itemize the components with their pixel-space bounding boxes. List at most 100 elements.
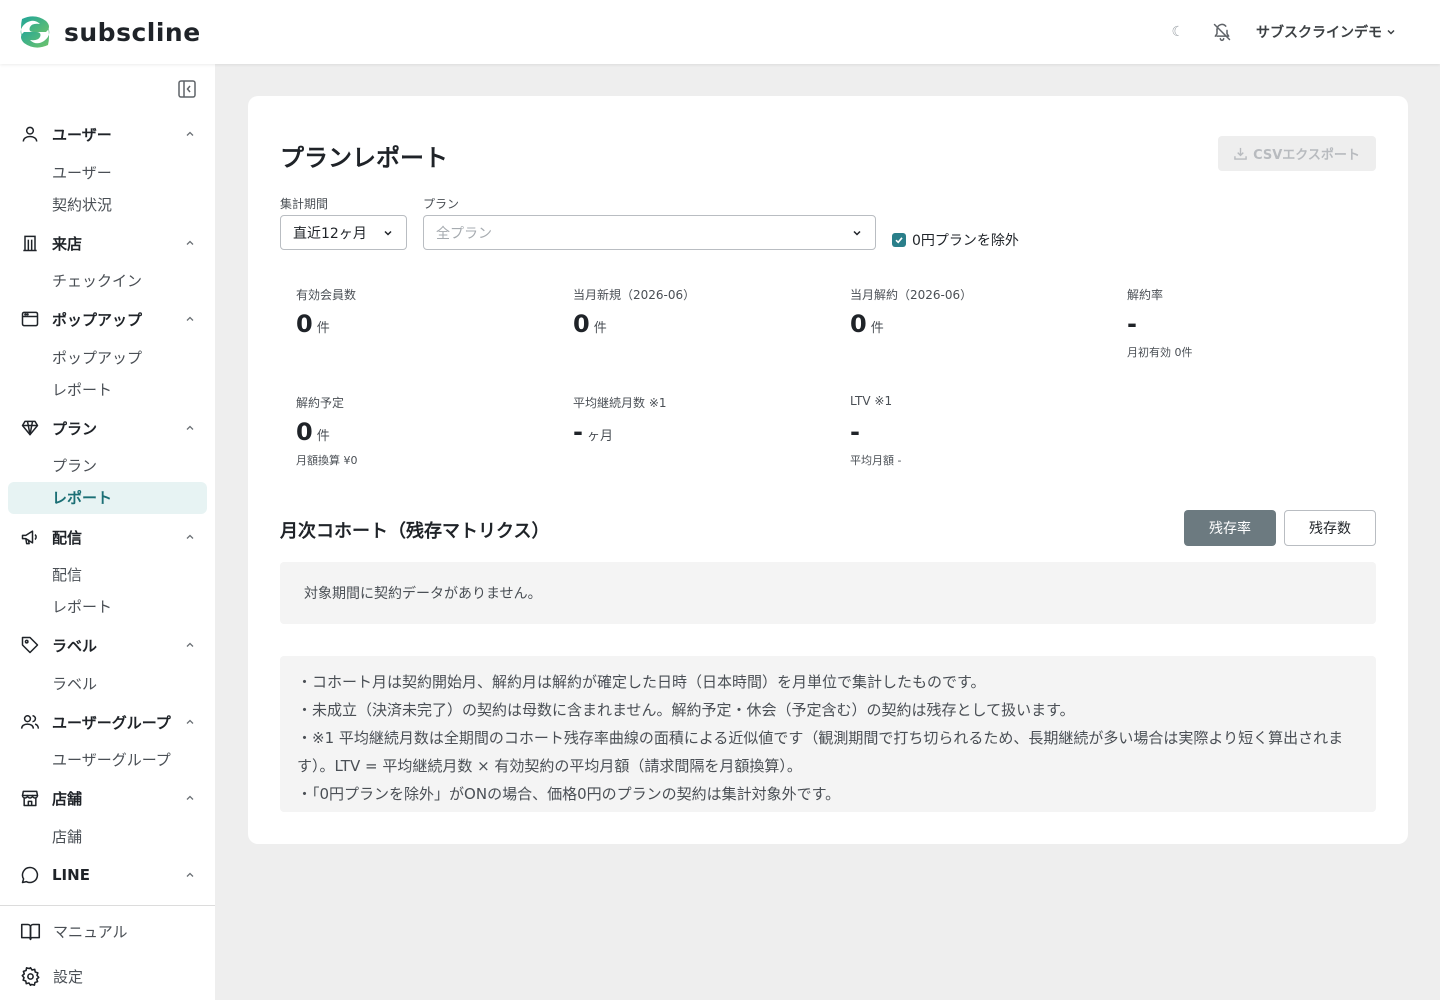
stat-value: 0	[573, 310, 590, 338]
chat-icon	[21, 866, 39, 884]
user-icon	[22, 126, 38, 142]
note-line: ・※1 平均継続月数は全期間のコホート残存率曲線の面積による近似値です（観測期間…	[297, 729, 1344, 775]
sidebar-group-delivery[interactable]: 配信	[20, 525, 196, 549]
stat-sub: 月額換算 ¥0	[296, 454, 358, 467]
stat-ltv: LTV ※1 - 平均月額 -	[850, 394, 901, 468]
sidebar-group-label: 来店	[52, 234, 83, 253]
sidebar-group-visit[interactable]: 来店	[20, 231, 196, 255]
chevron-up-icon	[186, 642, 194, 647]
csv-export-label: CSVエクスポート	[1253, 148, 1360, 163]
sidebar-group-label: LINE	[52, 866, 90, 884]
stat-unit: 件	[593, 321, 607, 336]
account-name: サブスクラインデモ	[1256, 25, 1382, 41]
sidebar-group-plan[interactable]: プラン	[20, 416, 196, 440]
sidebar-settings-link[interactable]: 設定	[20, 964, 83, 988]
sidebar-item-user-group[interactable]: ユーザーグループ	[52, 749, 171, 771]
stat-sub: 平均月額 -	[850, 454, 902, 467]
logo-mark-icon	[20, 16, 50, 48]
sidebar-item-store[interactable]: 店舗	[52, 826, 82, 848]
chevron-up-icon	[186, 131, 194, 136]
megaphone-icon	[21, 530, 37, 545]
exclude-zero-plan-checkbox[interactable]	[892, 233, 906, 247]
cohort-empty-state: 対象期間に契約データがありません。	[280, 562, 1376, 624]
diamond-icon	[21, 420, 39, 436]
note-line: ・コホート月は契約開始月、解約月は解約が確定した日時（日本時間）を月単位で集計し…	[297, 673, 986, 691]
chevron-up-icon	[186, 795, 194, 800]
stat-churn-this-month: 当月解約（2026-06） 0件	[850, 286, 972, 338]
stat-label: 当月解約（2026-06）	[850, 288, 973, 302]
sidebar-item-delivery[interactable]: 配信	[52, 564, 82, 586]
csv-export-button[interactable]: CSVエクスポート	[1218, 136, 1376, 171]
manual-label: マニュアル	[53, 922, 128, 941]
check-icon	[895, 237, 903, 244]
stat-label: 有効会員数	[296, 288, 357, 302]
stat-label: LTV ※1	[850, 394, 893, 408]
sidebar-group-label: 配信	[52, 528, 83, 547]
sidebar-item-users[interactable]: ユーザー	[52, 162, 112, 184]
top-header: subscline ☾ サブスクラインデモ	[0, 0, 1440, 64]
toggle-retention-rate[interactable]: 残存率	[1184, 510, 1276, 546]
sidebar-group-user-group[interactable]: ユーザーグループ	[20, 710, 196, 734]
sidebar-group-label: ユーザー	[52, 125, 112, 144]
sidebar-item-plan-report[interactable]: レポート	[52, 487, 112, 509]
stat-value: 0	[296, 310, 313, 338]
sidebar-group-label: ポップアップ	[52, 310, 143, 329]
stat-label: 解約予定	[296, 396, 345, 410]
users-icon	[20, 715, 40, 729]
stat-value: 0	[296, 418, 313, 446]
chevron-up-icon	[186, 316, 194, 321]
stat-label: 解約率	[1127, 288, 1164, 302]
stat-value: -	[850, 418, 860, 446]
sidebar-item-contracts[interactable]: 契約状況	[52, 194, 112, 216]
sidebar-item-popup-report[interactable]: レポート	[52, 379, 112, 401]
sidebar-item-popup[interactable]: ポップアップ	[52, 347, 142, 369]
sidebar-group-user[interactable]: ユーザー	[20, 122, 196, 146]
stat-new-this-month: 当月新規（2026-06） 0件	[573, 286, 695, 338]
exclude-zero-plan-toggle[interactable]: 0円プランを除外	[892, 230, 1019, 250]
sidebar: ユーザー ユーザー 契約状況 来店 チェックイン ポップアップ ポップアップ レ…	[0, 64, 215, 1000]
sidebar-item-delivery-report[interactable]: レポート	[52, 596, 112, 618]
window-icon	[21, 311, 39, 327]
exclude-zero-plan-label: 0円プランを除外	[912, 233, 1019, 249]
plan-select[interactable]: 全プラン	[423, 215, 876, 250]
cohort-section-title: 月次コホート（残存マトリクス）	[280, 521, 550, 542]
store-icon	[21, 790, 39, 807]
sidebar-group-label: プラン	[52, 419, 98, 438]
brand-name: subscline	[64, 17, 201, 47]
brand-logo[interactable]: subscline	[16, 15, 201, 49]
stat-value: -	[573, 418, 583, 446]
chevron-up-icon	[186, 872, 194, 877]
stat-avg-retention-months: 平均継続月数 ※1 - ヶ月	[573, 394, 667, 446]
dark-mode-moon-icon[interactable]: ☾	[1171, 24, 1184, 40]
stat-churn-rate: 解約率 - 月初有効 0件	[1127, 286, 1193, 360]
stat-sub: 月初有効 0件	[1127, 346, 1193, 359]
sidebar-group-line[interactable]: LINE	[20, 863, 196, 887]
sidebar-group-store[interactable]: 店舗	[20, 786, 196, 810]
sidebar-group-popup[interactable]: ポップアップ	[20, 307, 196, 331]
chevron-down-icon	[853, 230, 861, 236]
gear-icon	[21, 966, 40, 986]
period-select[interactable]: 直近12ヶ月	[280, 215, 407, 250]
plan-select-placeholder: 全プラン	[436, 225, 492, 242]
sidebar-item-label[interactable]: ラベル	[52, 673, 97, 695]
book-icon	[20, 923, 41, 940]
stat-unit: ヶ月	[586, 429, 613, 444]
stat-value: -	[1127, 310, 1137, 338]
plan-field-label: プラン	[423, 197, 460, 211]
sidebar-group-label-mgmt[interactable]: ラベル	[20, 633, 196, 657]
sidebar-item-checkin[interactable]: チェックイン	[52, 270, 142, 292]
note-line: ・未成立（決済未完了）の契約は母数に含まれません。解約予定・休会（予定含む）の契…	[297, 701, 1075, 719]
account-menu[interactable]: サブスクラインデモ	[1256, 22, 1396, 42]
sidebar-divider	[0, 905, 215, 906]
stat-active-members: 有効会員数 0件	[296, 286, 356, 338]
sidebar-collapse-icon[interactable]	[177, 79, 197, 99]
chevron-up-icon	[186, 534, 194, 539]
notification-bell-off-icon[interactable]	[1212, 22, 1232, 42]
stat-unit: 件	[316, 321, 330, 336]
toggle-retention-count[interactable]: 残存数	[1284, 510, 1376, 546]
sidebar-manual-link[interactable]: マニュアル	[20, 919, 128, 943]
stat-unit: 件	[316, 429, 330, 444]
sidebar-item-plan[interactable]: プラン	[52, 455, 97, 477]
stat-label: 当月新規（2026-06）	[573, 288, 696, 302]
chevron-up-icon	[186, 425, 194, 430]
